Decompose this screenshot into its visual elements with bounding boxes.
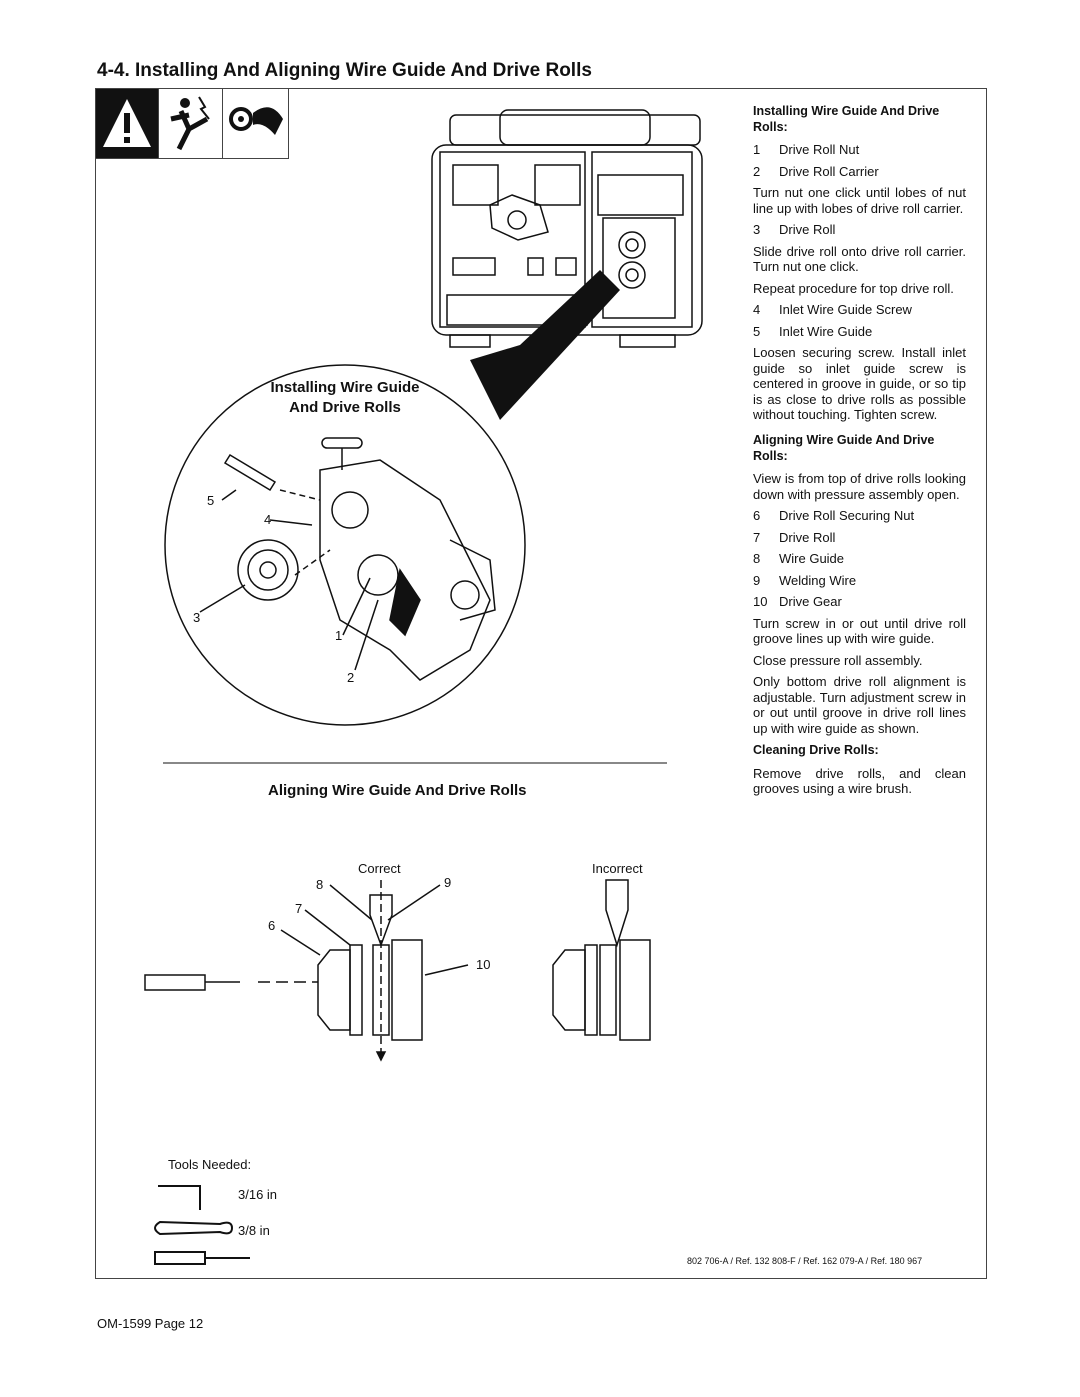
item-number: 3	[753, 222, 761, 237]
manual-page: 4-4. Installing And Aligning Wire Guide …	[0, 0, 1080, 1397]
hex-key-icon	[158, 1185, 201, 1210]
list-item: 1 Drive Roll Nut	[753, 142, 966, 158]
callout-2: 2	[347, 670, 355, 685]
item-text: Drive Roll Securing Nut	[779, 508, 915, 523]
item-number: 9	[753, 572, 761, 588]
tools-label: Tools Needed:	[168, 1157, 252, 1172]
item-number: 2	[753, 163, 761, 179]
paragraph: Remove drive rolls, and clean grooves us…	[753, 765, 966, 797]
cleaning-subheading: Cleaning Drive Rolls:	[753, 743, 879, 757]
install-instructions: Installing Wire Guide And Drive Rolls: 1…	[753, 104, 966, 423]
paragraph: Turn nut one click until lobes of nut li…	[753, 185, 966, 216]
list-item: 3 Drive Roll	[753, 222, 966, 238]
callout-9: 9	[444, 875, 452, 890]
reference-numbers: 802 706-A / Ref. 132 808-F / Ref. 162 07…	[687, 1256, 923, 1266]
item-text: Drive Roll	[779, 529, 836, 545]
item-text: Drive Roll	[779, 222, 836, 237]
item-text: Inlet Wire Guide Screw	[779, 302, 912, 317]
paragraph: View is from top of drive rolls looking …	[753, 471, 966, 502]
install-subheading: Installing Wire Guide And Drive Rolls:	[753, 104, 940, 134]
callout-6: 6	[268, 918, 276, 933]
page-footer: OM-1599 Page 12	[97, 1316, 204, 1331]
paragraph: Turn screw in or out until drive roll gr…	[753, 615, 966, 647]
screwdriver-icon	[154, 1251, 250, 1265]
detail-circle	[164, 364, 526, 726]
callout-5: 5	[207, 493, 215, 508]
paragraph: Close pressure roll assembly.	[753, 652, 923, 668]
list-item: 6 Drive Roll Securing Nut	[753, 508, 966, 524]
paragraph: Only bottom drive roll alignment is adju…	[753, 674, 966, 736]
list-item: 5 Inlet Wire Guide	[753, 324, 966, 340]
align-instructions: Aligning Wire Guide And Drive Rolls: Vie…	[753, 433, 966, 797]
install-heading-line2: And Drive Rolls	[289, 399, 401, 416]
item-number: 7	[753, 529, 761, 545]
item-number: 6	[753, 508, 761, 523]
item-text: Drive Roll Nut	[779, 142, 860, 157]
item-number: 4	[753, 302, 761, 317]
item-text: Inlet Wire Guide	[779, 323, 873, 339]
callout-1: 1	[335, 628, 343, 643]
item-number: 10	[753, 594, 768, 609]
callout-4: 4	[264, 512, 272, 527]
align-heading: Aligning Wire Guide And Drive Rolls	[268, 782, 527, 799]
install-heading: Installing Wire Guide And Drive Rolls	[240, 378, 450, 418]
item-text: Drive Gear	[779, 594, 842, 609]
item-number: 1	[753, 142, 761, 157]
list-item: 2 Drive Roll Carrier	[753, 164, 966, 180]
align-subheading: Aligning Wire Guide And Drive Rolls:	[753, 433, 935, 463]
list-item: 9 Welding Wire	[753, 573, 966, 589]
item-text: Wire Guide	[779, 551, 845, 566]
list-item: 8 Wire Guide	[753, 551, 966, 567]
install-heading-line1: Installing Wire Guide	[270, 379, 420, 396]
zoom-wedge	[470, 270, 620, 420]
item-text: Drive Roll Carrier	[779, 163, 879, 179]
alignment-incorrect-drawing	[552, 879, 651, 1041]
wrench-icon	[154, 1220, 234, 1236]
item-number: 8	[753, 551, 761, 566]
list-item: 4 Inlet Wire Guide Screw	[753, 302, 966, 318]
callout-3: 3	[193, 610, 201, 625]
list-item: 10 Drive Gear	[753, 594, 966, 610]
paragraph: Loosen securing screw. Install inlet gui…	[753, 345, 966, 422]
paragraph: Slide drive roll onto drive roll carrier…	[753, 243, 966, 275]
correct-label: Correct	[358, 861, 401, 876]
incorrect-label: Incorrect	[592, 861, 643, 876]
callout-8: 8	[316, 877, 324, 892]
item-number: 5	[753, 323, 761, 339]
callout-7: 7	[295, 901, 303, 916]
paragraph: Repeat procedure for top drive roll.	[753, 280, 954, 296]
list-item: 7 Drive Roll	[753, 530, 966, 546]
tools-drawings	[154, 1185, 250, 1265]
callout-10: 10	[476, 957, 491, 972]
alignment-correct-drawing	[144, 880, 469, 1062]
wrench-size: 3/8 in	[238, 1223, 270, 1238]
item-text: Welding Wire	[779, 572, 857, 588]
hex-key-size: 3/16 in	[238, 1187, 278, 1202]
